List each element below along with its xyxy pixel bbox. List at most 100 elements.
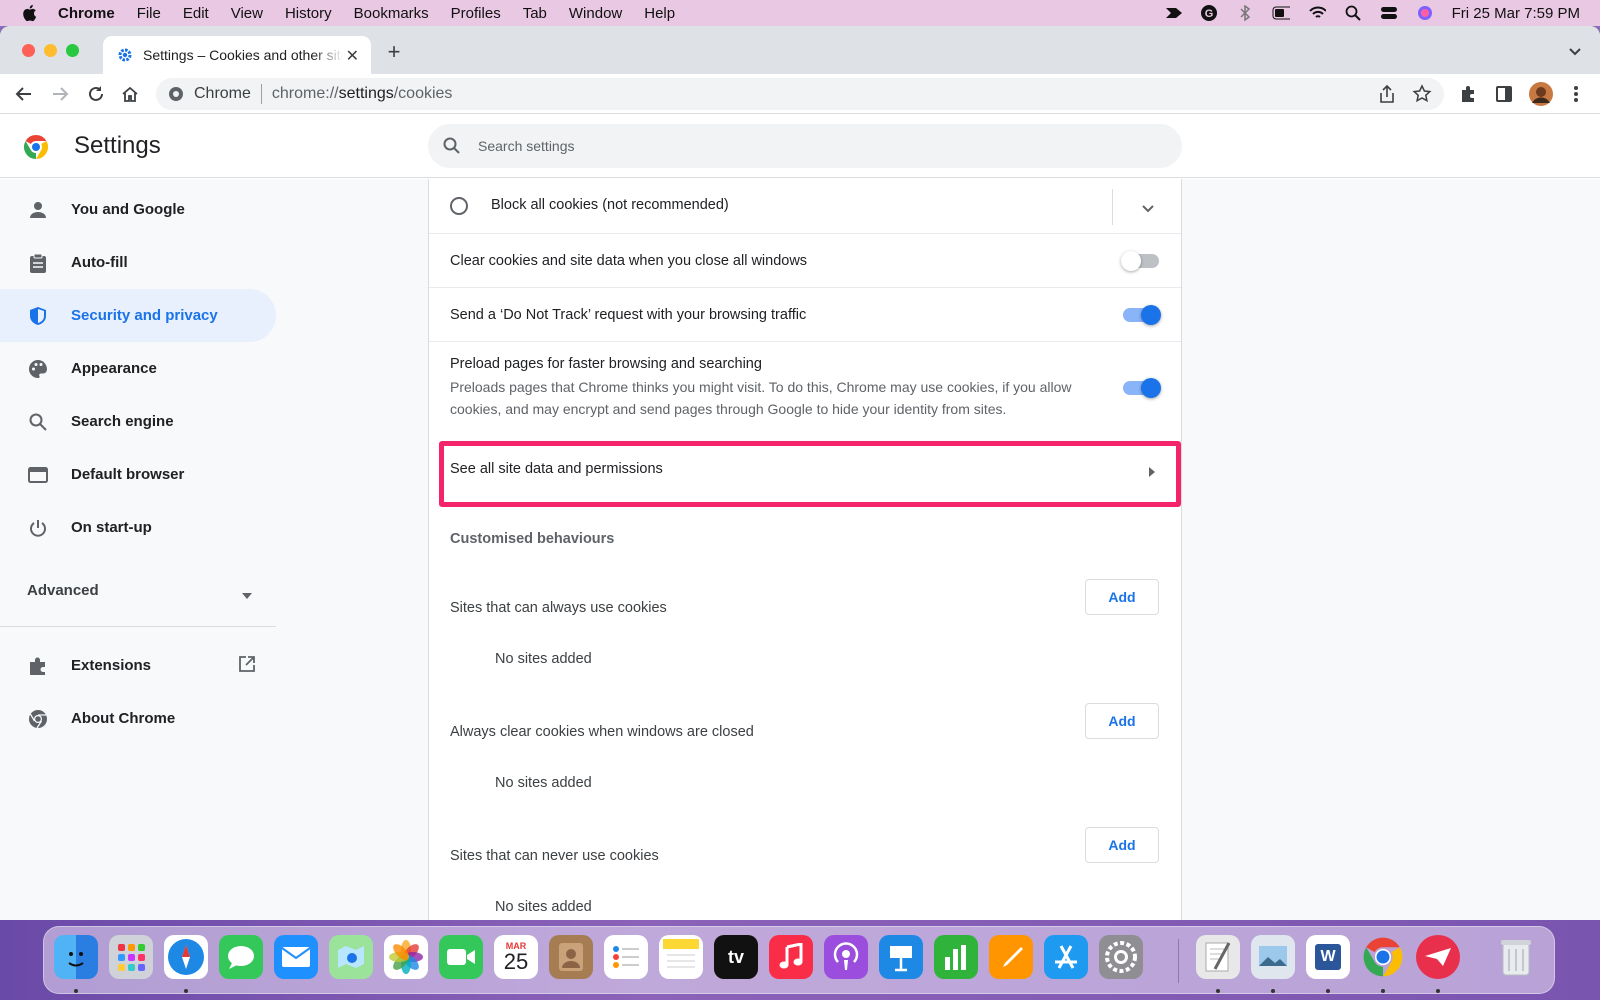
grammarly-icon[interactable]: G	[1200, 5, 1218, 21]
sidebar-item-label: On start-up	[71, 519, 152, 536]
menu-tab[interactable]: Tab	[523, 5, 547, 22]
home-icon[interactable]	[120, 84, 140, 104]
sidebar-item-default-browser[interactable]: Default browser	[0, 448, 276, 501]
notes-icon[interactable]	[659, 935, 703, 979]
facetime-icon[interactable]	[439, 935, 483, 979]
add-always-use-button[interactable]: Add	[1085, 579, 1159, 615]
preload-toggle[interactable]	[1123, 378, 1161, 398]
preview-icon[interactable]	[1251, 935, 1295, 979]
menu-app-name[interactable]: Chrome	[58, 5, 115, 22]
clear-on-close-row[interactable]: Clear cookies and site data when you clo…	[429, 234, 1181, 288]
system-preferences-icon[interactable]	[1099, 935, 1143, 979]
apple-menu-icon[interactable]	[20, 4, 38, 22]
omnibox-url[interactable]: chrome://settings/cookies	[272, 85, 453, 103]
sidebar-item-security-and-privacy[interactable]: Security and privacy	[0, 289, 276, 342]
menu-help[interactable]: Help	[644, 5, 675, 22]
do-not-track-toggle[interactable]	[1123, 305, 1161, 325]
messages-icon[interactable]	[219, 935, 263, 979]
spotlight-icon[interactable]	[1344, 5, 1362, 21]
menu-file[interactable]: File	[137, 5, 161, 22]
sidebar-item-on-startup[interactable]: On start-up	[0, 501, 276, 554]
more-menu-icon[interactable]	[1566, 84, 1586, 104]
chrome-site-icon[interactable]	[168, 86, 184, 102]
tab-search-chevron-icon[interactable]	[1568, 44, 1582, 58]
block-all-radio[interactable]	[450, 197, 468, 215]
app-store-icon[interactable]	[1044, 935, 1088, 979]
block-all-cookies-row[interactable]: Block all cookies (not recommended)	[429, 179, 1181, 234]
active-tab[interactable]: Settings – Cookies and other site data ✕	[103, 36, 371, 74]
menu-edit[interactable]: Edit	[183, 5, 209, 22]
forward-arrow-icon[interactable]	[50, 84, 70, 104]
profile-avatar[interactable]	[1528, 81, 1554, 107]
new-tab-button[interactable]: +	[384, 39, 404, 64]
bluetooth-icon[interactable]	[1236, 5, 1254, 21]
trash-icon[interactable]	[1494, 935, 1538, 979]
caret-down-icon	[242, 586, 252, 603]
bookmark-star-icon[interactable]	[1412, 84, 1432, 109]
finder-icon[interactable]	[54, 935, 98, 979]
maps-icon[interactable]	[329, 935, 373, 979]
extensions-puzzle-icon	[27, 655, 49, 677]
menu-view[interactable]: View	[231, 5, 263, 22]
settings-search-box[interactable]	[428, 124, 1182, 168]
wifi-icon[interactable]	[1308, 5, 1326, 21]
chevron-down-icon[interactable]	[1142, 201, 1154, 217]
microsoft-word-icon[interactable]: W	[1306, 935, 1350, 979]
sidebar-item-about-chrome[interactable]: About Chrome	[0, 692, 276, 745]
contacts-icon[interactable]	[549, 935, 593, 979]
pages-icon[interactable]	[989, 935, 1033, 979]
textedit-icon[interactable]	[1196, 935, 1240, 979]
siri-icon[interactable]	[1416, 5, 1434, 21]
add-never-use-button[interactable]: Add	[1085, 827, 1159, 863]
chrome-dock-icon[interactable]	[1361, 935, 1405, 979]
sidebar-item-search-engine[interactable]: Search engine	[0, 395, 276, 448]
menu-window[interactable]: Window	[569, 5, 622, 22]
podcasts-icon[interactable]	[824, 935, 868, 979]
close-window-button[interactable]	[22, 44, 35, 57]
sidebar-item-autofill[interactable]: Auto-fill	[0, 236, 276, 289]
sidebar-item-extensions[interactable]: Extensions	[0, 639, 276, 692]
open-in-new-icon	[238, 655, 256, 677]
apple-tv-icon[interactable]: tv	[714, 935, 758, 979]
do-not-track-label: Send a ‘Do Not Track’ request with your …	[450, 307, 807, 323]
search-input[interactable]	[478, 138, 1078, 154]
battery-icon[interactable]	[1272, 5, 1290, 21]
clear-on-close-label: Clear cookies and site data when you clo…	[450, 253, 808, 269]
reload-icon[interactable]	[86, 84, 106, 104]
sidebar-item-you-and-google[interactable]: You and Google	[0, 183, 276, 236]
macos-menubar: Chrome File Edit View History Bookmarks …	[0, 0, 1600, 26]
control-center-icon[interactable]	[1380, 5, 1398, 21]
add-clear-on-close-button[interactable]: Add	[1085, 703, 1159, 739]
tab-close-icon[interactable]: ✕	[346, 46, 359, 66]
extensions-puzzle-icon[interactable]	[1458, 84, 1478, 104]
clear-on-close-toggle[interactable]	[1121, 251, 1159, 271]
sidebar-advanced-toggle[interactable]: Advanced	[0, 566, 276, 614]
menu-history[interactable]: History	[285, 5, 332, 22]
photos-icon[interactable]	[384, 935, 428, 979]
music-icon[interactable]	[769, 935, 813, 979]
side-panel-icon[interactable]	[1494, 84, 1514, 104]
reminders-icon[interactable]	[604, 935, 648, 979]
keynote-icon[interactable]	[879, 935, 923, 979]
zoom-window-button[interactable]	[66, 44, 79, 57]
minimize-window-button[interactable]	[44, 44, 57, 57]
menu-bookmarks[interactable]: Bookmarks	[354, 5, 429, 22]
launchpad-icon[interactable]	[109, 935, 153, 979]
search-icon	[27, 411, 49, 433]
airmail-icon[interactable]	[1416, 935, 1460, 979]
menu-profiles[interactable]: Profiles	[451, 5, 501, 22]
menubar-clock[interactable]: Fri 25 Mar 7:59 PM	[1452, 5, 1580, 22]
running-indicator	[1381, 989, 1385, 993]
omnibox[interactable]: Chrome chrome://settings/cookies	[156, 78, 1444, 110]
do-not-track-row[interactable]: Send a ‘Do Not Track’ request with your …	[429, 288, 1181, 342]
screencast-icon[interactable]	[1164, 5, 1182, 21]
back-arrow-icon[interactable]	[14, 84, 34, 104]
mail-icon[interactable]	[274, 935, 318, 979]
settings-body: You and Google Auto-fill Security and pr…	[0, 179, 1600, 920]
sidebar-item-appearance[interactable]: Appearance	[0, 342, 276, 395]
preload-pages-row[interactable]: Preload pages for faster browsing and se…	[429, 342, 1181, 434]
calendar-icon[interactable]: MAR 25	[494, 935, 538, 979]
share-icon[interactable]	[1378, 84, 1396, 109]
numbers-icon[interactable]	[934, 935, 978, 979]
safari-icon[interactable]	[164, 935, 208, 979]
